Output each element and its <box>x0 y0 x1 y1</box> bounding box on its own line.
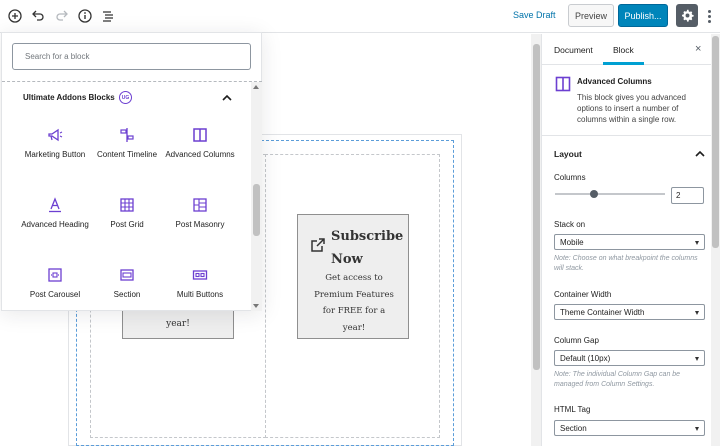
block-advanced-heading[interactable]: Advanced Heading <box>19 195 91 253</box>
block-post-grid[interactable]: Post Grid <box>91 195 163 253</box>
uag-badge-icon: UG <box>119 91 132 104</box>
settings-sidebar: Document Block × Advanced Columns This b… <box>541 34 712 446</box>
chevron-down-icon <box>695 357 699 361</box>
megaphone-icon <box>45 125 65 145</box>
sidebar-scrollbar-thumb[interactable] <box>712 36 719 248</box>
chevron-up-icon[interactable] <box>221 92 233 104</box>
block-multi-buttons[interactable]: Multi Buttons <box>164 265 236 323</box>
tab-block[interactable]: Block <box>613 45 634 55</box>
stack-on-select[interactable]: Mobile <box>554 234 705 250</box>
chevron-down-icon <box>695 427 699 431</box>
publish-button[interactable]: Publish... <box>618 4 668 27</box>
chevron-down-icon <box>695 311 699 315</box>
canvas-scrollbar-thumb[interactable] <box>533 44 540 370</box>
block-navigation-icon[interactable] <box>99 7 117 25</box>
redo-icon[interactable] <box>53 7 71 25</box>
carousel-icon <box>45 265 65 285</box>
scroll-down-icon[interactable] <box>253 304 259 308</box>
block-content-timeline[interactable]: Content Timeline <box>91 125 163 183</box>
canvas-scrollbar[interactable] <box>531 34 541 446</box>
panel-divider <box>2 81 262 82</box>
columns-label: Columns <box>554 173 586 182</box>
columns-icon <box>190 125 210 145</box>
layout-title: Layout <box>554 149 582 159</box>
settings-button[interactable] <box>676 4 698 27</box>
preview-button[interactable]: Preview <box>568 4 614 27</box>
active-tab-indicator <box>603 62 644 65</box>
stack-on-help: Note: Choose on what breakpoint the colu… <box>554 255 698 272</box>
add-block-icon[interactable] <box>6 7 24 25</box>
columns-range-thumb[interactable] <box>590 190 598 198</box>
save-draft-button[interactable]: Save Draft <box>513 10 556 20</box>
column-gap-label: Column Gap <box>554 336 599 345</box>
chevron-up-icon <box>695 150 705 157</box>
block-post-masonry[interactable]: Post Masonry <box>164 195 236 253</box>
column-gap-select[interactable]: Default (10px) <box>554 350 705 366</box>
external-link-icon <box>311 238 325 252</box>
block-post-carousel[interactable]: Post Carousel <box>19 265 91 323</box>
columns-icon <box>555 76 571 92</box>
info-icon[interactable] <box>76 7 94 25</box>
scrollbar-thumb[interactable] <box>253 184 260 236</box>
layout-panel-header[interactable]: Layout <box>542 136 712 166</box>
block-advanced-columns[interactable]: Advanced Columns <box>164 125 236 183</box>
scroll-up-icon[interactable] <box>253 85 259 89</box>
close-icon[interactable]: × <box>695 43 701 55</box>
subscribe-description: Get access to Premium Features for FREE … <box>314 273 394 333</box>
sidebar-scrollbar[interactable] <box>711 34 720 446</box>
heading-icon <box>45 195 65 215</box>
block-section[interactable]: Section <box>91 265 163 323</box>
tab-document[interactable]: Document <box>554 45 593 55</box>
buttons-icon <box>190 265 210 285</box>
stack-on-label: Stack on <box>554 220 586 229</box>
block-marketing-button[interactable]: Marketing Button <box>19 125 91 183</box>
section-icon <box>117 265 137 285</box>
block-inserter-popover: Search for a block Ultimate Addons Block… <box>1 32 262 311</box>
more-options-icon[interactable] <box>703 7 715 25</box>
block-card: Advanced Columns This block gives you ad… <box>542 66 712 136</box>
html-tag-label: HTML Tag <box>554 405 591 414</box>
gear-icon <box>681 9 694 22</box>
inserter-scrollbar[interactable] <box>251 82 262 311</box>
masonry-icon <box>190 195 210 215</box>
editor-toolbar: Save Draft Preview Publish... <box>0 0 720 33</box>
right-subscribe-card[interactable]: Subscribe Now Get access to Premium Feat… <box>297 214 409 339</box>
column-gap-help: Note: The individual Column Gap can be m… <box>554 371 681 388</box>
timeline-icon <box>117 125 137 145</box>
block-card-title: Advanced Columns <box>577 77 652 86</box>
columns-number-input[interactable]: 2 <box>671 187 704 204</box>
undo-icon[interactable] <box>29 7 47 25</box>
grid-icon <box>117 195 137 215</box>
subscribe-title: Subscribe Now <box>331 229 404 267</box>
block-search-input[interactable]: Search for a block <box>12 43 251 70</box>
sidebar-tabs: Document Block × <box>542 34 712 65</box>
block-card-description: This block gives you advanced options to… <box>577 93 686 124</box>
container-width-select[interactable]: Theme Container Width <box>554 304 705 320</box>
chevron-down-icon <box>695 241 699 245</box>
container-width-label: Container Width <box>554 290 612 299</box>
columns-range-track[interactable] <box>555 193 665 195</box>
html-tag-select[interactable]: Section <box>554 420 705 436</box>
panel-title[interactable]: Ultimate Addons Blocks <box>23 93 115 102</box>
